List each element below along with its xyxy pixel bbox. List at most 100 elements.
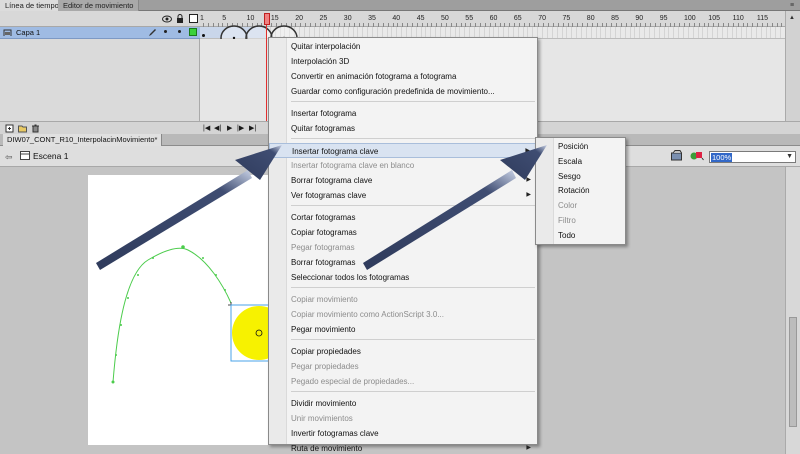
frame-cell[interactable]: [746, 27, 748, 38]
frame-cell[interactable]: [731, 27, 733, 38]
document-tab[interactable]: DIW07_CONT_R10_InterpolacinMovimiento*: [3, 134, 163, 146]
frame-cell[interactable]: [556, 27, 558, 38]
frame-cell[interactable]: [741, 27, 743, 38]
scroll-thumb[interactable]: [789, 317, 797, 427]
frame-cell[interactable]: [585, 27, 587, 38]
layer-row[interactable]: Capa 1: [0, 27, 200, 39]
frame-cell[interactable]: [653, 27, 655, 38]
visibility-dot[interactable]: [164, 30, 167, 33]
frame-cell[interactable]: [590, 27, 592, 38]
frame-cell[interactable]: [600, 27, 602, 38]
frame-cell[interactable]: [663, 27, 665, 38]
frame-cell[interactable]: [726, 27, 728, 38]
menu-item[interactable]: Guardar como configuración predefinida d…: [269, 84, 537, 99]
menu-item[interactable]: Copiar propiedades: [269, 344, 537, 359]
frame-cell[interactable]: [639, 27, 641, 38]
frame-cell[interactable]: [692, 27, 694, 38]
menu-item[interactable]: Insertar fotograma: [269, 106, 537, 121]
menu-item[interactable]: Quitar interpolación: [269, 39, 537, 54]
frame-cell[interactable]: [707, 27, 709, 38]
frame-cell[interactable]: [561, 27, 563, 38]
menu-item[interactable]: Interpolación 3D: [269, 54, 537, 69]
step-forward-icon[interactable]: |▶: [237, 124, 244, 132]
frame-cell[interactable]: [770, 27, 772, 38]
panel-menu-icon[interactable]: ≡: [787, 1, 797, 10]
frame-cell[interactable]: [644, 27, 646, 38]
frame-cell[interactable]: [595, 27, 597, 38]
frame-cell[interactable]: [668, 27, 670, 38]
frame-cell[interactable]: [712, 27, 714, 38]
menu-item[interactable]: Insertar fotograma clave ▶: [269, 143, 537, 158]
submenu-item[interactable]: Posición: [536, 139, 625, 154]
menu-item[interactable]: Dividir movimiento: [269, 396, 537, 411]
frame-cell[interactable]: [619, 27, 621, 38]
frame-cell[interactable]: [576, 27, 577, 38]
frame-cell[interactable]: [702, 27, 704, 38]
motion-path[interactable]: [112, 247, 232, 383]
frame-cell[interactable]: [751, 27, 752, 38]
menu-item[interactable]: Cortar fotogramas: [269, 210, 537, 225]
menu-item[interactable]: Convertir en animación fotograma a fotog…: [269, 69, 537, 84]
edit-scene-icon[interactable]: [671, 150, 683, 163]
frame-cell[interactable]: [775, 27, 777, 38]
frame-cell[interactable]: [634, 27, 636, 38]
menu-item[interactable]: Borrar fotogramas: [269, 255, 537, 270]
submenu-item[interactable]: Escala: [536, 154, 625, 169]
keyframe-dot[interactable]: [202, 34, 205, 37]
go-last-icon[interactable]: ▶|: [249, 124, 256, 132]
zoom-value[interactable]: 100%: [711, 153, 733, 162]
menu-item[interactable]: Ver fotogramas clave ▶: [269, 188, 537, 203]
frame-cell[interactable]: [658, 27, 660, 38]
frame-cell[interactable]: [736, 27, 738, 38]
go-first-icon[interactable]: |◀: [203, 124, 210, 132]
submenu-item[interactable]: Todo: [536, 228, 625, 243]
playhead-handle[interactable]: [264, 13, 270, 25]
frame-cell[interactable]: [673, 27, 675, 38]
edit-symbols-icon[interactable]: [690, 150, 704, 163]
frame-cell[interactable]: [765, 27, 767, 38]
back-arrow-icon[interactable]: ⇦: [5, 152, 13, 163]
layer-color-swatch[interactable]: [189, 28, 197, 36]
stage-vertical-scrollbar[interactable]: [785, 167, 800, 454]
frame-cell[interactable]: [546, 27, 548, 38]
timeline-vertical-scrollbar[interactable]: ▲: [785, 11, 800, 134]
frame-cell[interactable]: [760, 27, 762, 38]
chevron-down-icon[interactable]: ▼: [786, 153, 793, 160]
zoom-select[interactable]: 100% ▼: [709, 151, 796, 163]
frame-cell[interactable]: [717, 27, 718, 38]
scroll-up-icon[interactable]: ▲: [789, 15, 795, 21]
menu-item[interactable]: Borrar fotograma clave ▶: [269, 173, 537, 188]
frame-cell[interactable]: [648, 27, 650, 38]
frame-cell[interactable]: [610, 27, 612, 38]
frame-cell[interactable]: [697, 27, 699, 38]
frame-cell[interactable]: [624, 27, 626, 38]
tab-timeline[interactable]: Línea de tiempo: [0, 0, 65, 11]
frame-cell[interactable]: [683, 27, 684, 38]
menu-item[interactable]: Pegar movimiento: [269, 322, 537, 337]
frame-cell[interactable]: [629, 27, 631, 38]
frame-cell[interactable]: [780, 27, 782, 38]
frame-cell[interactable]: [580, 27, 582, 38]
submenu-item[interactable]: Sesgo: [536, 169, 625, 184]
frame-cell[interactable]: [542, 27, 543, 38]
menu-item[interactable]: Copiar fotogramas: [269, 225, 537, 240]
frame-cell[interactable]: [614, 27, 616, 38]
menu-item[interactable]: Ruta de movimiento ▶: [269, 441, 537, 454]
frame-cell[interactable]: [721, 27, 723, 38]
play-icon[interactable]: ▶: [227, 124, 232, 132]
layer-name[interactable]: Capa 1: [16, 28, 40, 37]
lock-icon[interactable]: [176, 14, 184, 25]
frame-cell[interactable]: [678, 27, 680, 38]
tab-motion-editor[interactable]: Editor de movimiento: [58, 0, 140, 11]
frame-cell[interactable]: [566, 27, 568, 38]
frame-cell[interactable]: [551, 27, 553, 38]
outline-icon[interactable]: [189, 14, 198, 25]
eye-icon[interactable]: [162, 15, 172, 25]
menu-item[interactable]: Quitar fotogramas: [269, 121, 537, 136]
frame-cell[interactable]: [571, 27, 573, 38]
lock-dot[interactable]: [178, 30, 181, 33]
frame-cell[interactable]: [605, 27, 607, 38]
step-back-icon[interactable]: ◀|: [214, 124, 221, 132]
frame-cell[interactable]: [755, 27, 757, 38]
scene-label[interactable]: Escena 1: [33, 151, 68, 161]
